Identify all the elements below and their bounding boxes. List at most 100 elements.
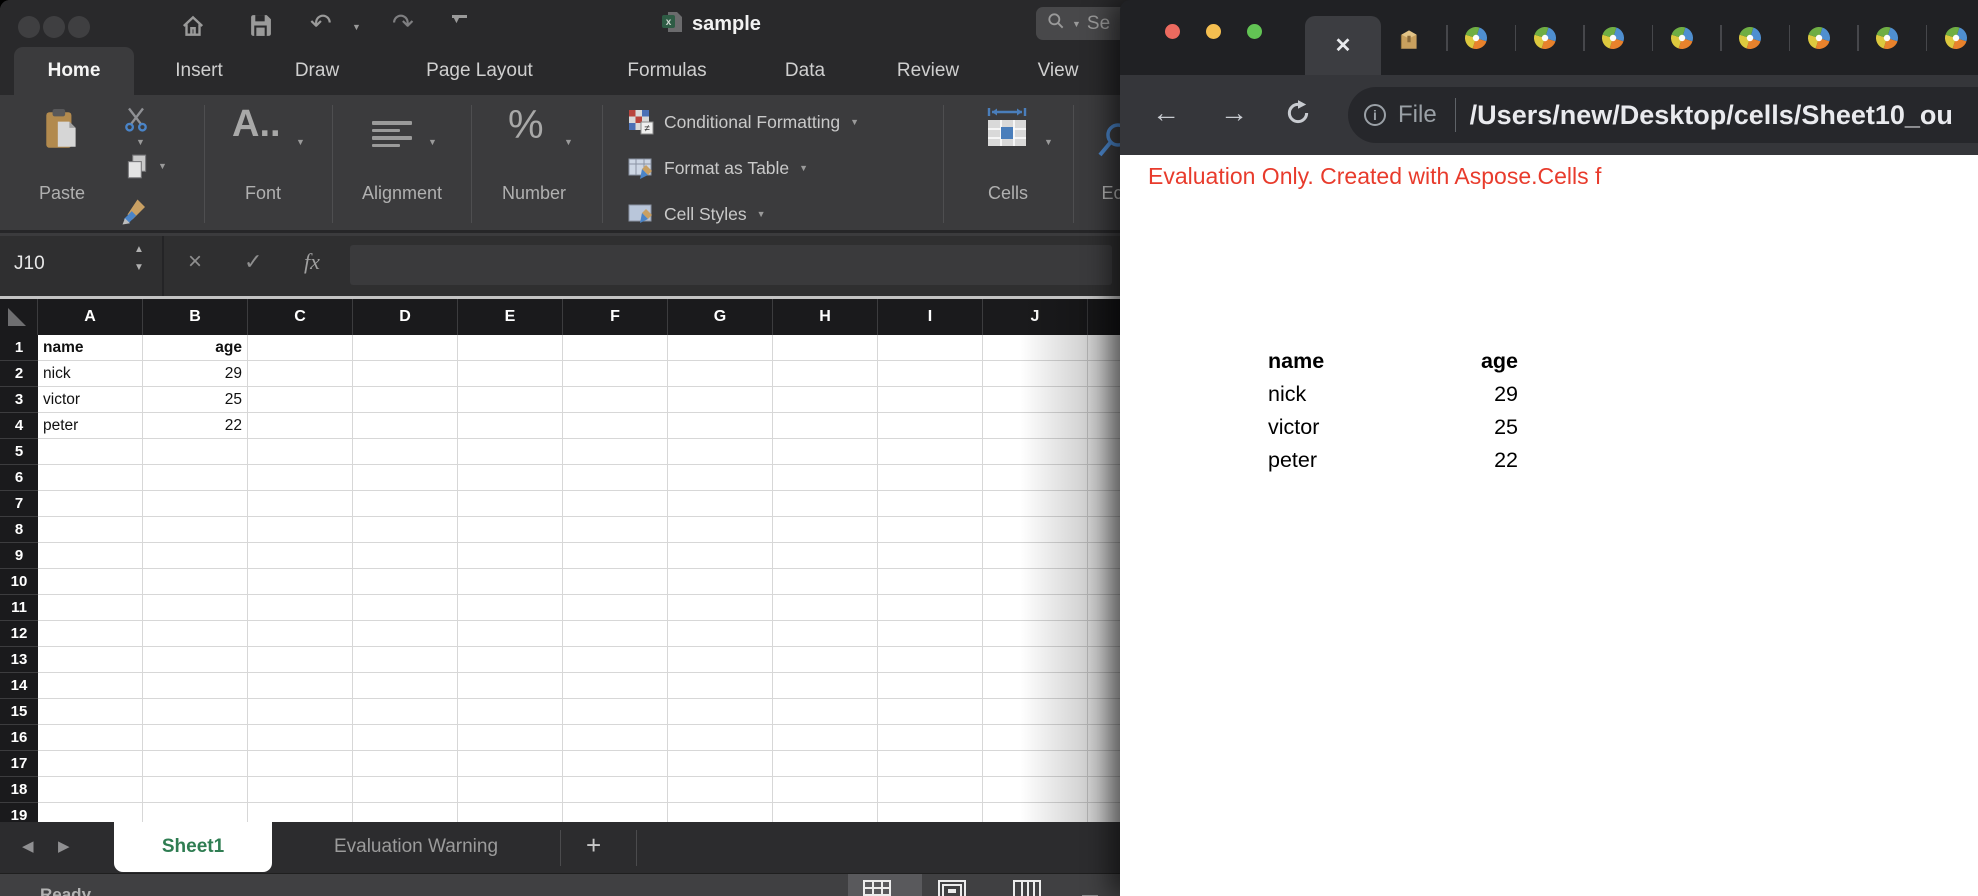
cell-J9[interactable]: [983, 543, 1088, 569]
cell-I17[interactable]: [878, 751, 983, 777]
cell-G6[interactable]: [668, 465, 773, 491]
undo-icon[interactable]: ↶: [310, 8, 332, 39]
name-box-step-up-icon[interactable]: ▲: [134, 244, 144, 255]
row-header-9[interactable]: 9: [0, 543, 38, 569]
cell-C15[interactable]: [248, 699, 353, 725]
cell-J5[interactable]: [983, 439, 1088, 465]
cell-A6[interactable]: [38, 465, 143, 491]
add-sheet-button[interactable]: +: [586, 830, 601, 861]
cell-E17[interactable]: [458, 751, 563, 777]
cell-G17[interactable]: [668, 751, 773, 777]
cell-B3[interactable]: 25: [143, 387, 248, 413]
cell-I14[interactable]: [878, 673, 983, 699]
cell-B8[interactable]: [143, 517, 248, 543]
cell-C18[interactable]: [248, 777, 353, 803]
close-window-icon[interactable]: [18, 16, 40, 38]
column-header-I[interactable]: I: [878, 299, 983, 335]
cell-E12[interactable]: [458, 621, 563, 647]
cell-I11[interactable]: [878, 595, 983, 621]
cell-A10[interactable]: [38, 569, 143, 595]
home-icon[interactable]: [180, 13, 206, 44]
cell-B4[interactable]: 22: [143, 413, 248, 439]
cell-J17[interactable]: [983, 751, 1088, 777]
cell-F17[interactable]: [563, 751, 668, 777]
cell-J8[interactable]: [983, 517, 1088, 543]
font-dropdown-icon[interactable]: ▼: [296, 137, 305, 147]
name-box-step-down-icon[interactable]: ▼: [134, 262, 144, 273]
conditional-formatting-button[interactable]: ≠ Conditional Formatting▼: [628, 109, 859, 135]
cell-B18[interactable]: [143, 777, 248, 803]
cell-J18[interactable]: [983, 777, 1088, 803]
cell-G4[interactable]: [668, 413, 773, 439]
column-header-J[interactable]: J: [983, 299, 1088, 335]
cell-E4[interactable]: [458, 413, 563, 439]
alignment-dropdown-icon[interactable]: ▼: [428, 137, 437, 147]
search-scope-dropdown-icon[interactable]: ▼: [1072, 19, 1081, 29]
name-box[interactable]: J10: [14, 253, 45, 275]
cell-J12[interactable]: [983, 621, 1088, 647]
cell-C1[interactable]: [248, 335, 353, 361]
cell-F8[interactable]: [563, 517, 668, 543]
cell-G9[interactable]: [668, 543, 773, 569]
cell-I3[interactable]: [878, 387, 983, 413]
paste-icon[interactable]: [44, 108, 80, 157]
sheet-tab-evaluation-warning[interactable]: Evaluation Warning: [272, 822, 560, 872]
cells-icon[interactable]: [984, 107, 1030, 152]
column-header-C[interactable]: C: [248, 299, 353, 335]
close-tab-icon[interactable]: ✕: [1335, 33, 1352, 58]
cell-B1[interactable]: age: [143, 335, 248, 361]
row-header-16[interactable]: 16: [0, 725, 38, 751]
alignment-icon[interactable]: [372, 117, 412, 151]
row-header-1[interactable]: 1: [0, 335, 38, 361]
cell-E13[interactable]: [458, 647, 563, 673]
browser-minimize-icon[interactable]: [1206, 24, 1221, 39]
row-header-15[interactable]: 15: [0, 699, 38, 725]
row-header-2[interactable]: 2: [0, 361, 38, 387]
cell-H4[interactable]: [773, 413, 878, 439]
row-header-13[interactable]: 13: [0, 647, 38, 673]
cell-H8[interactable]: [773, 517, 878, 543]
row-header-11[interactable]: 11: [0, 595, 38, 621]
cell-C2[interactable]: [248, 361, 353, 387]
cell-F16[interactable]: [563, 725, 668, 751]
cell-J1[interactable]: [983, 335, 1088, 361]
cell-D10[interactable]: [353, 569, 458, 595]
cell-B5[interactable]: [143, 439, 248, 465]
number-format-icon[interactable]: %: [508, 103, 544, 148]
cells-dropdown-icon[interactable]: ▼: [1044, 137, 1053, 147]
cell-H14[interactable]: [773, 673, 878, 699]
pinwheel-favicon-tab[interactable]: [1944, 26, 1968, 50]
row-header-12[interactable]: 12: [0, 621, 38, 647]
cell-A18[interactable]: [38, 777, 143, 803]
cell-H16[interactable]: [773, 725, 878, 751]
column-header-F[interactable]: F: [563, 299, 668, 335]
cell-A1[interactable]: name: [38, 335, 143, 361]
cell-A7[interactable]: [38, 491, 143, 517]
cell-B11[interactable]: [143, 595, 248, 621]
cell-G13[interactable]: [668, 647, 773, 673]
cell-D11[interactable]: [353, 595, 458, 621]
cell-H17[interactable]: [773, 751, 878, 777]
cell-F15[interactable]: [563, 699, 668, 725]
cell-B6[interactable]: [143, 465, 248, 491]
cell-F5[interactable]: [563, 439, 668, 465]
cell-F13[interactable]: [563, 647, 668, 673]
cell-D8[interactable]: [353, 517, 458, 543]
cell-C4[interactable]: [248, 413, 353, 439]
cell-I4[interactable]: [878, 413, 983, 439]
address-bar[interactable]: i File /Users/new/Desktop/cells/Sheet10_…: [1348, 87, 1978, 143]
cell-D15[interactable]: [353, 699, 458, 725]
cell-F19[interactable]: [563, 803, 668, 822]
cell-J15[interactable]: [983, 699, 1088, 725]
prev-sheet-icon[interactable]: ◀: [22, 837, 34, 855]
cell-E9[interactable]: [458, 543, 563, 569]
cell-A2[interactable]: nick: [38, 361, 143, 387]
cell-G8[interactable]: [668, 517, 773, 543]
active-tab[interactable]: ✕: [1305, 16, 1381, 75]
cell-B9[interactable]: [143, 543, 248, 569]
cancel-icon[interactable]: ×: [188, 248, 202, 276]
cell-D18[interactable]: [353, 777, 458, 803]
package-favicon-tab[interactable]: [1396, 26, 1420, 50]
cell-A5[interactable]: [38, 439, 143, 465]
row-header-4[interactable]: 4: [0, 413, 38, 439]
